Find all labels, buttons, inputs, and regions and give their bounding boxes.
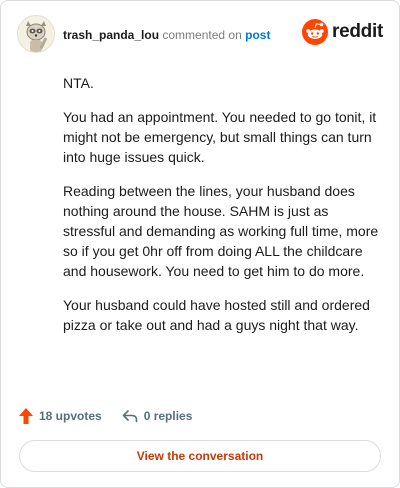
comment-paragraph: NTA.: [63, 75, 94, 91]
comment-header: trash_panda_lou commented on post reddit: [17, 15, 383, 55]
byline: trash_panda_lou commented on post: [63, 28, 270, 42]
avatar[interactable]: [17, 15, 55, 53]
action-text: commented on: [162, 28, 242, 42]
brand-wordmark: reddit: [332, 21, 383, 42]
upvote-label: 18 upvotes: [39, 409, 102, 423]
raccoon-avatar-icon: [18, 16, 54, 52]
comment-paragraph: You had an appointment. You needed to go…: [63, 109, 377, 165]
reddit-brand[interactable]: reddit: [302, 19, 383, 45]
comment-footer: 18 upvotes 0 replies: [19, 406, 192, 426]
view-conversation-button[interactable]: View the conversation: [19, 440, 381, 472]
username-link[interactable]: trash_panda_lou: [63, 28, 159, 42]
reply-arrow-icon: [122, 410, 138, 423]
reply-count[interactable]: 0 replies: [122, 409, 193, 423]
comment-body: NTA. You had an appointment. You needed …: [63, 73, 379, 349]
upvote-count[interactable]: 18 upvotes: [19, 408, 102, 424]
reddit-logo-icon: [302, 19, 329, 45]
comment-paragraph: Reading between the lines, your husband …: [63, 183, 379, 279]
comment-paragraph: Your husband could have hosted still and…: [63, 297, 370, 333]
upvote-arrow-icon: [19, 408, 33, 424]
post-link[interactable]: post: [245, 28, 270, 42]
reply-label: 0 replies: [143, 409, 193, 423]
comment-card: trash_panda_lou commented on post reddit…: [0, 0, 400, 488]
